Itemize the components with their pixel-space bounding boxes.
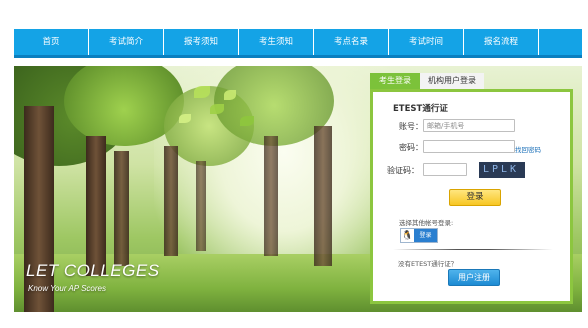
password-input[interactable] bbox=[423, 140, 515, 153]
other-account-label: 选择其他帐号登录: bbox=[399, 219, 454, 227]
forgot-password-link[interactable]: 找回密码 bbox=[515, 144, 541, 154]
leaf bbox=[224, 90, 236, 100]
nav-empty-slot bbox=[539, 29, 582, 55]
no-account-text: 没有ETEST通行证？ bbox=[398, 260, 458, 268]
tree-trunk bbox=[24, 106, 54, 312]
nav-test-centers[interactable]: 考点名录 bbox=[314, 29, 389, 55]
hero-subtitle: Know Your AP Scores bbox=[28, 284, 106, 293]
account-input[interactable] bbox=[423, 119, 515, 132]
password-label: 密码： bbox=[399, 143, 423, 152]
tree-trunk bbox=[86, 136, 106, 276]
tree-trunk bbox=[314, 126, 332, 266]
register-button[interactable]: 用户注册 bbox=[448, 269, 500, 286]
captcha-label: 验证码： bbox=[387, 166, 419, 175]
nav-candidate-notice[interactable]: 考生须知 bbox=[239, 29, 314, 55]
login-panel: 考生登录 机构用户登录 ETEST通行证 账号： 密码： 找回密码 验证码： L… bbox=[370, 73, 573, 304]
leaf bbox=[240, 116, 254, 126]
login-title: ETEST通行证 bbox=[393, 104, 448, 114]
account-label: 账号： bbox=[399, 122, 423, 131]
tree-trunk bbox=[114, 151, 129, 266]
captcha-input[interactable] bbox=[423, 163, 467, 176]
tab-institution-login[interactable]: 机构用户登录 bbox=[420, 73, 484, 89]
divider bbox=[393, 249, 553, 250]
nav-exam-intro[interactable]: 考试简介 bbox=[89, 29, 164, 55]
nav-exam-schedule[interactable]: 考试时间 bbox=[389, 29, 464, 55]
login-button[interactable]: 登录 bbox=[449, 189, 501, 206]
qq-login-label: 登录 bbox=[414, 229, 437, 242]
login-tabs: 考生登录 机构用户登录 bbox=[370, 73, 573, 89]
qq-penguin-icon: 🐧 bbox=[401, 229, 414, 242]
main-nav: 首页 考试简介 报考须知 考生须知 考点名录 考试时间 报名流程 bbox=[14, 29, 582, 58]
tree-trunk bbox=[196, 161, 206, 251]
tree-trunk bbox=[264, 136, 278, 256]
leaf bbox=[210, 104, 224, 114]
nav-home[interactable]: 首页 bbox=[14, 29, 89, 55]
login-form: ETEST通行证 账号： 密码： 找回密码 验证码： LPLK 登录 选择其他帐… bbox=[370, 89, 573, 304]
captcha-image[interactable]: LPLK bbox=[479, 162, 525, 178]
qq-login-button[interactable]: 🐧 登录 bbox=[400, 228, 438, 243]
leaf bbox=[179, 114, 191, 123]
nav-registration-process[interactable]: 报名流程 bbox=[464, 29, 539, 55]
tab-candidate-login[interactable]: 考生登录 bbox=[370, 73, 420, 89]
nav-registration-notice[interactable]: 报考须知 bbox=[164, 29, 239, 55]
hero-slogan: LET COLLEGES bbox=[26, 261, 160, 280]
leaf bbox=[194, 86, 210, 98]
tree-trunk bbox=[164, 146, 178, 256]
